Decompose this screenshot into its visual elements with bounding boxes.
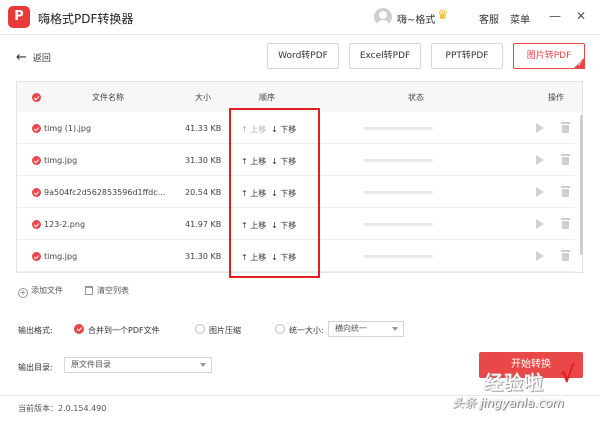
col-name: 文件名称 xyxy=(92,93,124,102)
clear-list-label: 清空列表 xyxy=(97,286,129,295)
compress-radio[interactable] xyxy=(195,324,205,334)
output-format-label: 输出格式: xyxy=(18,326,53,335)
username[interactable]: 嗨~格式 xyxy=(397,11,435,26)
row-checkbox[interactable] xyxy=(32,188,41,197)
service-link[interactable]: 客服 xyxy=(479,11,499,26)
file-size: 20.54 KB xyxy=(185,188,222,197)
close-icon[interactable]: ✕ xyxy=(574,9,588,23)
file-name: 9a504fc2d562853596d1ffdc... xyxy=(44,188,166,197)
mode-ppt-to-pdf-button[interactable]: PPT转PDF xyxy=(431,43,503,69)
watermark-url: 头条 jingyanla.com xyxy=(452,396,564,410)
delete-icon[interactable] xyxy=(561,218,570,229)
unify-size-radio[interactable] xyxy=(275,324,285,334)
output-dir-select[interactable]: 原文件目录 xyxy=(64,357,212,373)
file-name: timg (1).jpg xyxy=(44,124,92,133)
select-all-checkbox[interactable] xyxy=(32,93,41,102)
minimize-icon[interactable]: — xyxy=(548,9,562,23)
compress-label[interactable]: 图片压缩 xyxy=(209,325,241,336)
back-button[interactable]: ← 返回 xyxy=(16,50,51,65)
watermark-check-icon: √ xyxy=(560,363,575,388)
file-size: 41.33 KB xyxy=(185,124,222,133)
output-dir-value: 原文件目录 xyxy=(71,360,111,369)
app-title: 嗨格式PDF转换器 xyxy=(38,12,134,26)
mode-word-to-pdf-button[interactable]: Word转PDF xyxy=(267,43,339,69)
add-icon: + xyxy=(18,288,28,298)
merge-pdf-radio[interactable] xyxy=(74,324,84,334)
add-file-button[interactable]: + 添加文件 xyxy=(18,285,63,298)
mode-excel-to-pdf-button[interactable]: Excel转PDF xyxy=(349,43,421,69)
check-icon: ✓ xyxy=(577,60,583,68)
app-logo-icon: P xyxy=(8,6,30,28)
add-file-label: 添加文件 xyxy=(31,286,63,295)
clear-list-button[interactable]: 清空列表 xyxy=(85,285,129,296)
mode-image-to-pdf-button[interactable]: 图片转PDF ✓ xyxy=(513,43,585,69)
col-size: 大小 xyxy=(195,93,211,102)
unify-size-select[interactable]: 横向统一 xyxy=(328,321,404,337)
col-action: 操作 xyxy=(548,93,564,102)
file-name: timg.jpg xyxy=(44,156,78,165)
mode-label: Word转PDF xyxy=(278,51,328,61)
file-size: 41.97 KB xyxy=(185,220,222,229)
play-icon[interactable] xyxy=(536,123,544,133)
watermark-text: 经验啦 xyxy=(484,372,545,394)
output-dir-label: 输出目录: xyxy=(18,363,53,372)
file-name: timg.jpg xyxy=(44,252,78,261)
progress-bar xyxy=(363,255,433,258)
progress-bar xyxy=(363,159,433,162)
play-icon[interactable] xyxy=(536,155,544,165)
title-bar: P 嗨格式PDF转换器 嗨~格式 ♛ 客服 菜单 — ✕ xyxy=(0,0,600,35)
mode-label: 图片转PDF xyxy=(526,51,572,61)
row-checkbox[interactable] xyxy=(32,156,41,165)
file-size: 31.30 KB xyxy=(185,156,222,165)
delete-icon[interactable] xyxy=(561,186,570,197)
table-scrollbar[interactable] xyxy=(580,115,583,255)
play-icon[interactable] xyxy=(536,187,544,197)
play-icon[interactable] xyxy=(536,251,544,261)
progress-bar xyxy=(363,223,433,226)
progress-bar xyxy=(363,127,433,130)
play-icon[interactable] xyxy=(536,219,544,229)
row-checkbox[interactable] xyxy=(32,124,41,133)
file-size: 31.30 KB xyxy=(185,252,222,261)
col-status: 状态 xyxy=(408,93,424,102)
order-column-highlight xyxy=(229,108,320,278)
version-text: 当前版本：2.0.154.490 xyxy=(18,404,107,413)
delete-icon[interactable] xyxy=(561,250,570,261)
unify-size-label[interactable]: 统一大小: xyxy=(289,325,324,336)
merge-pdf-label[interactable]: 合并到一个PDF文件 xyxy=(88,325,160,336)
trash-icon xyxy=(85,286,93,295)
chevron-down-icon xyxy=(200,363,206,367)
unify-size-value: 横向统一 xyxy=(335,324,367,333)
file-name: 123-2.png xyxy=(44,220,86,229)
delete-icon[interactable] xyxy=(561,122,570,133)
progress-bar xyxy=(363,191,433,194)
row-checkbox[interactable] xyxy=(32,220,41,229)
mode-label: Excel转PDF xyxy=(359,51,411,61)
vip-crown-icon[interactable]: ♛ xyxy=(437,8,449,23)
col-order: 顺序 xyxy=(259,93,275,102)
row-checkbox[interactable] xyxy=(32,252,41,261)
back-label: 返回 xyxy=(32,54,51,64)
menu-link[interactable]: 菜单 xyxy=(510,11,530,26)
chevron-down-icon xyxy=(392,327,398,331)
mode-label: PPT转PDF xyxy=(445,51,489,61)
back-arrow-icon: ← xyxy=(16,50,27,65)
delete-icon[interactable] xyxy=(561,154,570,165)
user-avatar-icon[interactable] xyxy=(374,8,392,26)
